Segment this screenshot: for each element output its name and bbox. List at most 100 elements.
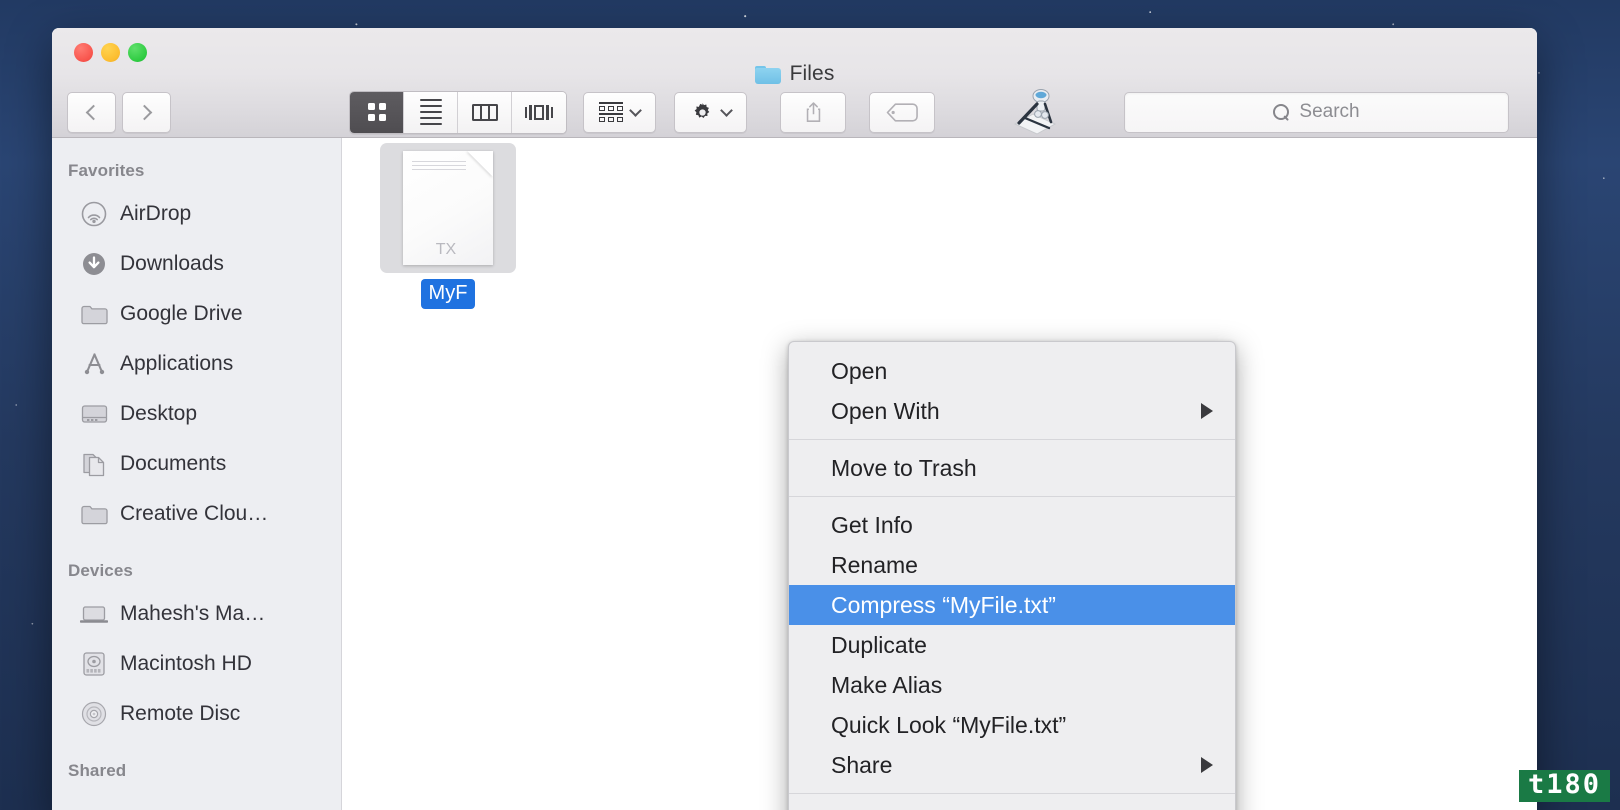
columns-icon — [471, 103, 498, 121]
menu-separator — [789, 496, 1235, 497]
disc-icon — [80, 700, 108, 728]
context-menu-item-duplicate[interactable]: Duplicate — [789, 625, 1235, 665]
laptop-icon — [80, 600, 108, 628]
sidebar-item-label: Remote Disc — [120, 702, 241, 725]
forward-button[interactable] — [122, 91, 171, 133]
share-button[interactable] — [780, 91, 846, 133]
sidebar-item-google-drive[interactable]: Google Drive — [52, 289, 341, 339]
column-view-button[interactable] — [458, 91, 512, 133]
sidebar-item-label: Downloads — [120, 252, 224, 275]
sidebar-item-remote-disc[interactable]: Remote Disc — [52, 689, 341, 739]
menu-separator — [789, 439, 1235, 440]
sidebar-item-creative-cloud[interactable]: Creative Clou… — [52, 489, 341, 539]
tag-icon — [886, 102, 918, 122]
sidebar-item-desktop[interactable]: Desktop — [52, 389, 341, 439]
context-menu-item-label: Move to Trash — [831, 454, 977, 481]
view-mode-segmented-control — [349, 90, 567, 134]
gear-icon — [691, 101, 714, 124]
action-menu-button[interactable] — [674, 91, 747, 133]
chevron-left-icon — [85, 104, 102, 120]
documents-icon — [80, 450, 108, 478]
arrange-button[interactable] — [583, 91, 656, 133]
file-browser-content[interactable]: TX MyF Open Open With Move to Trash Get … — [342, 138, 1537, 810]
sidebar[interactable]: Favorites AirDrop Downloads Google Drive… — [52, 138, 342, 810]
context-menu-item-rename[interactable]: Rename — [789, 545, 1235, 585]
chevron-down-icon — [629, 103, 642, 117]
desktop-background: Files Search Favorites AirDrop Downloads… — [0, 0, 1620, 810]
sidebar-item-downloads[interactable]: Downloads — [52, 239, 341, 289]
grid-icon — [367, 103, 386, 121]
share-icon — [804, 101, 823, 123]
icon-view-button[interactable] — [350, 91, 404, 133]
context-menu-item-quick-look[interactable]: Quick Look “MyFile.txt” — [789, 705, 1235, 745]
airdrop-icon — [80, 200, 108, 228]
submenu-arrow-icon — [1201, 757, 1213, 773]
search-placeholder: Search — [1299, 101, 1360, 122]
sidebar-item-label: Creative Clou… — [120, 502, 269, 525]
cover-flow-view-button[interactable] — [512, 91, 566, 133]
context-menu-item-label: Compress “MyFile.txt” — [831, 591, 1056, 618]
context-menu[interactable]: Open Open With Move to Trash Get Info Re… — [788, 341, 1236, 810]
context-menu-item-move-to-trash[interactable]: Move to Trash — [789, 448, 1235, 488]
window-body: Favorites AirDrop Downloads Google Drive… — [52, 138, 1537, 810]
sidebar-item-airdrop[interactable]: AirDrop — [52, 189, 341, 239]
context-menu-item-label: Duplicate — [831, 631, 927, 658]
close-window-button[interactable] — [74, 43, 93, 62]
arrange-icon — [599, 102, 623, 122]
context-menu-item-label: Get Info — [831, 511, 913, 538]
back-button[interactable] — [67, 91, 116, 133]
list-view-button[interactable] — [404, 91, 458, 133]
chevron-down-icon — [719, 103, 733, 117]
sidebar-item-label: Google Drive — [120, 302, 243, 325]
context-menu-item-make-alias[interactable]: Make Alias — [789, 665, 1235, 705]
document-type-badge: TX — [435, 241, 457, 258]
folder-icon — [80, 500, 108, 528]
context-menu-item-compress[interactable]: Compress “MyFile.txt” — [789, 585, 1235, 625]
file-item-myfile[interactable]: TX MyF — [378, 143, 518, 309]
file-name-label[interactable]: MyF — [420, 279, 476, 309]
maximize-window-button[interactable] — [128, 43, 147, 62]
sidebar-section-devices-header: Devices — [68, 561, 133, 580]
text-document-icon[interactable]: TX — [380, 143, 516, 273]
toolbar: Search — [52, 86, 1537, 138]
context-menu-item-open-with[interactable]: Open With — [789, 391, 1235, 431]
sidebar-item-label: AirDrop — [120, 202, 192, 225]
context-menu-item-copy[interactable]: Copy “MyFile.txt” — [789, 802, 1235, 810]
window-title: Files — [52, 62, 1537, 86]
watermark-logo: t180 — [1518, 769, 1610, 802]
context-menu-item-label: Quick Look “MyFile.txt” — [831, 711, 1067, 738]
context-menu-item-get-info[interactable]: Get Info — [789, 505, 1235, 545]
sidebar-item-applications[interactable]: Applications — [52, 339, 341, 389]
window-titlebar: Files Search — [52, 28, 1537, 138]
context-menu-item-open[interactable]: Open — [789, 351, 1235, 391]
context-menu-item-label: Rename — [831, 551, 918, 578]
automator-robot-icon[interactable] — [1007, 88, 1063, 136]
context-menu-item-share[interactable]: Share — [789, 745, 1235, 785]
sidebar-item-label: Applications — [120, 352, 234, 375]
page-title: Files — [789, 62, 835, 85]
harddisk-icon — [80, 650, 108, 678]
search-icon — [1273, 103, 1290, 121]
folder-icon — [80, 300, 108, 328]
sidebar-item-label: Documents — [120, 452, 227, 475]
downloads-icon — [80, 250, 108, 278]
tag-button[interactable] — [869, 91, 935, 133]
context-menu-item-label: Open With — [831, 397, 940, 424]
sidebar-item-documents[interactable]: Documents — [52, 439, 341, 489]
search-input[interactable]: Search — [1124, 91, 1509, 133]
sidebar-section-shared-header: Shared — [68, 761, 127, 780]
sidebar-section-favorites-header: Favorites — [68, 161, 145, 180]
context-menu-item-label: Open — [831, 357, 888, 384]
sidebar-item-maheshs-mac[interactable]: Mahesh's Ma… — [52, 589, 341, 639]
navigation-buttons — [67, 91, 171, 133]
submenu-arrow-icon — [1201, 403, 1213, 419]
folder-icon — [754, 64, 781, 84]
minimize-window-button[interactable] — [101, 43, 120, 62]
applications-icon — [80, 350, 108, 378]
coverflow-icon — [524, 103, 554, 121]
desktop-icon — [80, 400, 108, 428]
sidebar-item-macintosh-hd[interactable]: Macintosh HD — [52, 639, 341, 689]
menu-separator — [789, 793, 1235, 794]
sidebar-item-label: Mahesh's Ma… — [120, 602, 266, 625]
context-menu-item-label: Share — [831, 751, 893, 778]
